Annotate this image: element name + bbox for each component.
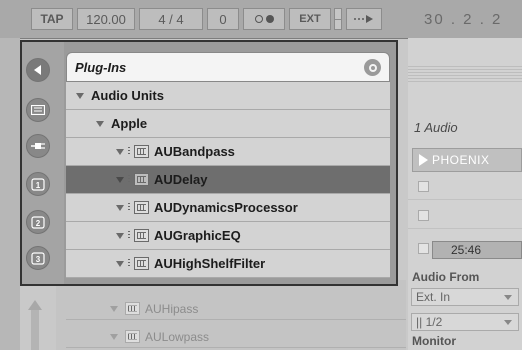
drag-handle-icon	[128, 259, 130, 268]
tree-item-aubandpass[interactable]: AUBandpass	[66, 138, 390, 166]
overview-lines	[408, 66, 522, 82]
input-type-select[interactable]: Ext. In	[411, 288, 519, 306]
stop-button-icon[interactable]	[418, 181, 429, 192]
plugin-icon	[134, 145, 149, 158]
plugin-browser: Plug-Ins Audio Units Apple AUBandpass AU…	[66, 52, 392, 284]
follow-button[interactable]	[346, 8, 382, 30]
sync-indicator	[334, 8, 342, 30]
file-browser-2-button[interactable]: 2	[26, 210, 50, 234]
triangle-expanded-icon	[110, 305, 118, 312]
plugin-icon	[125, 302, 140, 315]
tree-item-label: AUBandpass	[154, 144, 235, 159]
plugin-icon	[125, 330, 140, 343]
tree-item-label: Apple	[111, 116, 148, 131]
triangle-expanded-icon[interactable]	[96, 120, 104, 127]
input-type-value: Ext. In	[416, 290, 451, 304]
disk-2-icon: 2	[31, 216, 45, 229]
stop-button-icon[interactable]	[418, 243, 429, 254]
browser-header: Plug-Ins	[66, 52, 390, 82]
track-title[interactable]: 1 Audio	[414, 120, 458, 135]
hide-browser-button[interactable]	[26, 58, 50, 82]
tree-item-label: AUDynamicsProcessor	[154, 200, 298, 215]
tree-item-label: AUHighShelfFilter	[154, 256, 266, 271]
search-icon[interactable]	[364, 59, 381, 76]
tree-item-audio-units[interactable]: Audio Units	[66, 82, 390, 110]
device-icon	[31, 105, 45, 115]
clip-name: PHOENIX	[432, 153, 490, 167]
follow-arrow-icon	[354, 15, 373, 23]
tree-item-auhighshelffilter[interactable]: AUHighShelfFilter	[66, 250, 390, 278]
play-triangle-icon[interactable]	[419, 154, 428, 166]
tree-item-audynamicsprocessor[interactable]: AUDynamicsProcessor	[66, 194, 390, 222]
clip-time: 25:46	[432, 241, 522, 259]
background-scrollbar	[31, 310, 39, 350]
background-left-strip	[0, 38, 20, 350]
drag-handle-icon	[128, 231, 130, 240]
triangle-expanded-icon[interactable]	[76, 92, 84, 99]
time-signature-field[interactable]: 4 / 4	[139, 8, 203, 30]
browser-item-label: AUHipass	[145, 301, 199, 316]
tree-item-audelay[interactable]: AUDelay	[66, 166, 390, 194]
monitor-label: Monitor	[412, 334, 456, 348]
stop-button-icon[interactable]	[418, 210, 429, 221]
tree-item-augraphiceq[interactable]: AUGraphicEQ	[66, 222, 390, 250]
drag-handle-icon	[128, 203, 130, 212]
svg-text:1: 1	[36, 181, 41, 190]
metronome-button[interactable]	[243, 8, 285, 30]
list-item[interactable]: AULowpass	[66, 326, 406, 348]
input-channel-value: || 1/2	[416, 315, 443, 329]
drag-handle-icon	[128, 147, 130, 156]
plugin-icon	[134, 173, 149, 186]
list-item[interactable]: AUHipass	[66, 298, 406, 320]
svg-text:3: 3	[36, 255, 41, 264]
browser-overlay: 1 2 3 Plug-Ins Audio Units Apple AUBandp…	[20, 40, 398, 286]
device-browser-button[interactable]	[26, 98, 50, 122]
scroll-up-icon	[28, 300, 42, 310]
triangle-expanded-icon[interactable]	[116, 176, 124, 183]
plugin-browser-button[interactable]	[26, 134, 50, 158]
tap-tempo-button[interactable]: TAP	[31, 8, 73, 30]
dropdown-arrow-icon	[504, 320, 512, 325]
triangle-expanded-icon[interactable]	[116, 148, 124, 155]
arrangement-position[interactable]: 30 . 2 . 2	[424, 11, 502, 28]
tree-item-label: AUGraphicEQ	[154, 228, 241, 243]
triangle-expanded-icon[interactable]	[116, 260, 124, 267]
file-browser-3-button[interactable]: 3	[26, 246, 50, 270]
tempo-field[interactable]: 120.00	[77, 8, 135, 30]
audio-from-label: Audio From	[412, 270, 480, 284]
metronome-dot-icon	[254, 15, 263, 23]
browser-title: Plug-Ins	[75, 59, 127, 75]
tree-item-label: AUDelay	[154, 172, 208, 187]
triangle-expanded-icon[interactable]	[116, 232, 124, 239]
groove-field[interactable]: 0	[207, 8, 239, 30]
collapse-left-icon	[34, 65, 41, 75]
triangle-expanded-icon[interactable]	[116, 204, 124, 211]
external-sync-button[interactable]: EXT	[289, 8, 331, 30]
clip-slot[interactable]	[408, 203, 522, 229]
tree-item-label: Audio Units	[91, 88, 164, 103]
drag-handle-icon	[128, 175, 130, 184]
clip-slot-playing[interactable]: PHOENIX	[412, 148, 522, 172]
control-bar: TAP 120.00 4 / 4 0 EXT 30 . 2 . 2	[0, 0, 522, 39]
triangle-expanded-icon	[110, 333, 118, 340]
plugin-icon	[134, 257, 149, 270]
tree-item-apple[interactable]: Apple	[66, 110, 390, 138]
disk-1-icon: 1	[31, 178, 45, 191]
metronome-dot-filled-icon	[265, 15, 274, 23]
plugin-icon	[134, 201, 149, 214]
dropdown-arrow-icon	[504, 295, 512, 300]
disk-3-icon: 3	[31, 252, 45, 265]
svg-text:2: 2	[36, 219, 41, 228]
clip-slot[interactable]	[408, 174, 522, 200]
browser-item-label: AULowpass	[145, 329, 210, 344]
file-browser-1-button[interactable]: 1	[26, 172, 50, 196]
input-channel-select[interactable]: || 1/2	[411, 313, 519, 331]
plug-icon	[31, 143, 45, 149]
plugin-icon	[134, 229, 149, 242]
